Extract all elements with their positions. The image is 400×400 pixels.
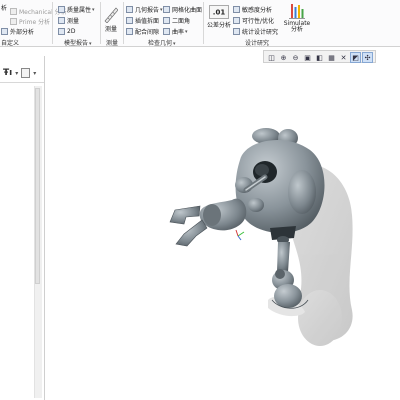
2d-button[interactable]: 2D [58,27,75,36]
measure-label: 测量 [104,26,117,33]
interpolate-surface-button[interactable]: 插值拆面 [126,16,159,25]
measure-button[interactable]: 测量 [104,5,118,33]
chevron-down-icon[interactable]: ▾ [173,41,176,47]
feasibility-optimization-icon [233,17,240,24]
group-separator [203,2,204,44]
group-separator [52,2,53,44]
geometry-report-icon [126,6,133,13]
simulate-analysis-label: Simulate 分析 [283,20,311,33]
model-tree-toolbar: Ŧı ▾ ▾ [3,67,36,79]
ribbon-item-analysis[interactable]: 析 [1,3,7,12]
ribbon-item-external-analysis[interactable]: 外部分析 [1,27,34,36]
spin-center-icon[interactable]: ✣ [362,52,373,63]
ribbon-item-label: 可行性/优化 [242,18,275,25]
geometry-report-button[interactable]: 几何报告 ▾ [126,5,163,14]
ribbon-item-label: 插值拆面 [135,18,160,25]
display-style-icon[interactable]: ◩ [350,52,361,63]
ribbon-item-label: Prime 分析 [19,19,51,26]
clearance-icon [126,28,133,35]
ribbon-item-label: 外部分析 [10,29,35,36]
prime-analysis-icon [10,18,17,25]
ribbon-item-label: 2D [67,28,76,35]
ribbon-item-label: 曲率 [172,29,185,36]
chevron-down-icon[interactable]: ▾ [15,70,18,77]
dihedral-angle-button[interactable]: 二面角 [163,16,190,25]
chevron-down-icon: ▾ [185,28,188,35]
ribbon: 析 外部分析 自定义 Mechanical 分析 Prime 分析 质量属性 ▾… [0,0,400,47]
chevron-down-icon[interactable]: ▾ [33,70,36,77]
settings-icon[interactable] [21,68,31,78]
curvature-icon [163,28,170,35]
group-label-text: 模型报告 [64,40,89,47]
3d-model[interactable] [169,128,325,309]
panel-divider [0,82,44,83]
zoom-in-icon[interactable]: ⊕ [278,52,289,63]
refit-icon[interactable]: ▣ [302,52,313,63]
statistical-design-icon [233,28,240,35]
tolerance-analysis-button[interactable]: .01 公差分析 [207,5,231,29]
ribbon-item-label: 二面角 [172,18,191,25]
group-separator [100,2,101,44]
zoom-fit-icon[interactable]: ◫ [266,52,277,63]
ribbon-item-label: 统计设计研究 [242,29,279,36]
zoom-out-icon[interactable]: ⊖ [290,52,301,63]
group-label-custom: 自定义 [1,40,20,47]
chevron-down-icon: ▾ [92,6,95,13]
simulate-analysis-button[interactable]: Simulate 分析 [282,3,312,33]
ribbon-item-label: 网格化曲面 [172,7,203,14]
saved-orientations-icon[interactable]: ▦ [326,52,337,63]
feasibility-optimization-button[interactable]: 可行性/优化 [233,16,274,25]
group-label-text: 检查几何 [148,40,173,47]
chevron-down-icon[interactable]: ▾ [89,41,92,47]
ribbon-item-label: 配合间隙 [135,29,160,36]
mass-properties-button[interactable]: 质量属性 ▾ [58,5,95,14]
sensitivity-analysis-icon [233,6,240,13]
ribbon-item-label: 析 [1,5,8,12]
measure-small-button[interactable]: 测量 [58,16,79,25]
mass-properties-icon [58,6,65,13]
mesh-surface-button[interactable]: 网格化曲面 [163,5,202,14]
ruler-icon [104,7,118,23]
ribbon-item-label: 敏感度分析 [242,7,273,14]
statistical-design-button[interactable]: 统计设计研究 [233,27,278,36]
mechanical-analysis-icon [10,8,17,15]
view-manager-icon[interactable]: ◧ [314,52,325,63]
2d-icon [58,28,65,35]
group-label-model-report: 模型报告▾ [64,38,92,47]
group-separator [123,2,124,44]
tolerance-analysis-label: 公差分析 [207,22,232,29]
measure-icon [58,17,65,24]
coordinate-triad-icon [235,229,245,241]
tree-filter-icon[interactable]: Ŧı [3,68,12,78]
simulate-icon [289,4,305,19]
group-label-design-study: 设计研究 [245,40,270,47]
model-shadow [268,164,353,346]
ribbon-item-label: 几何报告 [135,7,160,14]
ribbon-item-label: 测量 [67,18,80,25]
dihedral-angle-icon [163,17,170,24]
interpolate-surface-icon [126,17,133,24]
graphics-toolbar: ◫ ⊕ ⊖ ▣ ◧ ▦ ✕ ◩ ✣ [263,50,376,63]
scrollbar-thumb[interactable] [35,88,40,284]
sensitivity-analysis-button[interactable]: 敏感度分析 [233,5,272,14]
external-analysis-icon [1,28,8,35]
group-label-measure: 测量 [106,40,119,47]
prime-analysis-button[interactable]: Prime 分析 [10,17,50,26]
datum-display-icon[interactable]: ✕ [338,52,349,63]
curvature-button[interactable]: 曲率 ▾ [163,27,188,36]
tolerance-value: .01 [213,9,226,17]
group-label-inspect-geometry: 检查几何▾ [148,38,176,47]
tolerance-icon: .01 [209,5,229,19]
ribbon-item-label: 质量属性 [67,7,92,14]
clearance-button[interactable]: 配合间隙 [126,27,159,36]
mesh-surface-icon [163,6,170,13]
